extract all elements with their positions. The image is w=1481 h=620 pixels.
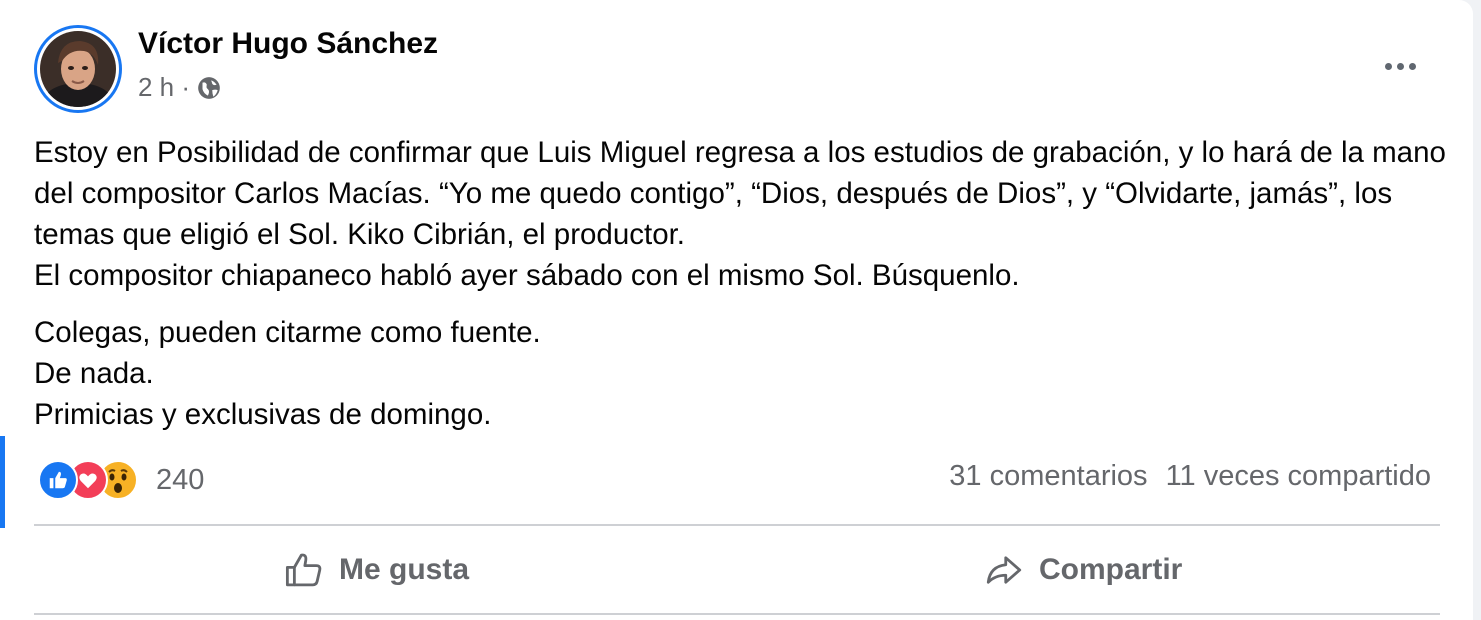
like-button-label: Me gusta bbox=[339, 553, 470, 586]
more-options-icon[interactable] bbox=[1374, 52, 1426, 80]
share-arrow-icon bbox=[986, 556, 1022, 584]
avatar-image bbox=[40, 31, 116, 107]
divider bbox=[34, 613, 1440, 615]
author-name[interactable]: Víctor Hugo Sánchez bbox=[138, 27, 438, 61]
like-reaction-icon bbox=[38, 460, 78, 500]
reactions-count[interactable]: 240 bbox=[156, 464, 204, 497]
post-meta: 2 h · bbox=[138, 72, 222, 103]
share-button-label: Compartir bbox=[1039, 553, 1183, 586]
divider bbox=[34, 524, 1440, 526]
thumbs-up-icon bbox=[285, 553, 322, 587]
post-paragraph: Estoy en Posibilidad de confirmar que Lu… bbox=[34, 136, 1446, 251]
post-card: Víctor Hugo Sánchez 2 h · Estoy en Posib… bbox=[0, 0, 1473, 620]
comments-count-link[interactable]: 31 comentarios bbox=[949, 460, 1147, 493]
share-button[interactable]: Compartir bbox=[983, 540, 1182, 600]
like-button[interactable]: Me gusta bbox=[283, 540, 469, 600]
engagement-stats: 31 comentarios 11 veces compartido bbox=[949, 460, 1431, 493]
shares-count-link[interactable]: 11 veces compartido bbox=[1166, 460, 1431, 493]
globe-icon[interactable] bbox=[196, 75, 222, 101]
post-body: Estoy en Posibilidad de confirmar que Lu… bbox=[34, 132, 1449, 435]
post-paragraph: El compositor chiapaneco habló ayer sába… bbox=[34, 259, 1020, 292]
post-paragraph: De nada. bbox=[34, 357, 154, 390]
avatar[interactable] bbox=[34, 25, 122, 113]
post-paragraph: Colegas, pueden citarme como fuente. bbox=[34, 316, 541, 349]
post-timestamp[interactable]: 2 h · bbox=[138, 72, 190, 103]
focus-accent-bar bbox=[0, 436, 5, 528]
post-paragraph: Primicias y exclusivas de domingo. bbox=[34, 398, 492, 431]
reactions-summary[interactable]: 240 bbox=[38, 460, 204, 500]
